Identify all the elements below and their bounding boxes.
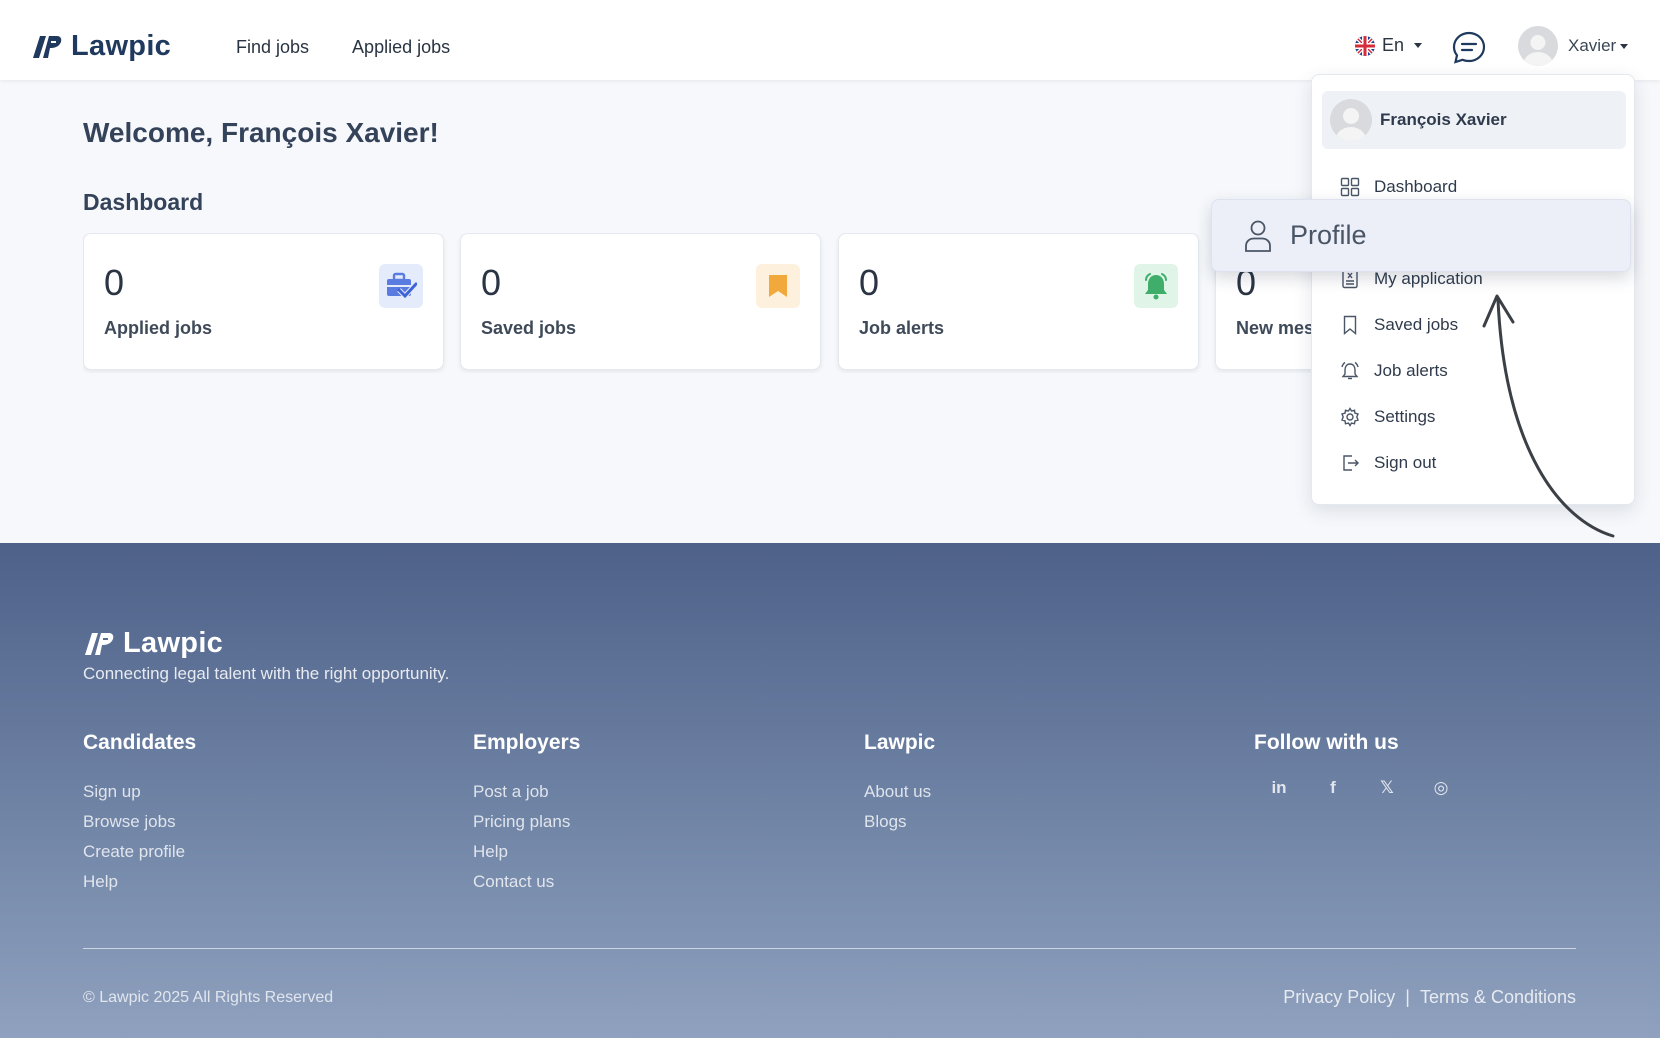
bell-icon	[1341, 361, 1359, 380]
nav-applied-jobs[interactable]: Applied jobs	[352, 37, 450, 58]
applied-jobs-count: 0	[104, 262, 125, 303]
footer-col-title: Employers	[473, 731, 581, 754]
footer-link-help[interactable]: Help	[473, 837, 580, 867]
bell-icon	[1134, 264, 1178, 308]
card-saved-jobs[interactable]: 0 Saved jobs	[460, 233, 821, 370]
menu-item-job-alerts[interactable]: Job alerts	[1340, 361, 1448, 381]
user-icon	[1245, 220, 1271, 252]
briefcase-check-icon	[379, 264, 423, 308]
saved-jobs-count: 0	[481, 262, 502, 303]
saved-jobs-label: Saved jobs	[481, 318, 577, 338]
footer-link-blogs[interactable]: Blogs	[864, 807, 935, 837]
footer-col-title: Lawpic	[864, 731, 936, 754]
footer-col-employers: Employers Post a job Pricing plans Help …	[473, 731, 580, 897]
main-nav: Find jobs Applied jobs	[236, 37, 450, 58]
menu-item-label: Saved jobs	[1374, 315, 1459, 334]
menu-item-settings[interactable]: Settings	[1340, 407, 1435, 427]
profile-label: Profile	[1290, 220, 1367, 250]
new-messages-label: New mes	[1236, 318, 1313, 338]
avatar	[1518, 26, 1558, 66]
footer-tagline: Connecting legal talent with the right o…	[83, 664, 450, 683]
sign-out-icon	[1343, 455, 1359, 471]
dashboard-cards: 0 Applied jobs 0 Saved jobs 0 Job alerts	[83, 233, 1313, 373]
menu-item-saved-jobs[interactable]: Saved jobs	[1340, 315, 1458, 335]
footer-link-pricing-plans[interactable]: Pricing plans	[473, 807, 580, 837]
brand-logo[interactable]: Lawpic	[31, 30, 171, 63]
chat-icon[interactable]	[1452, 31, 1486, 65]
brand-name: Lawpic	[71, 30, 172, 62]
job-alerts-label: Job alerts	[859, 318, 945, 338]
card-applied-jobs[interactable]: 0 Applied jobs	[83, 233, 444, 370]
user-menu-toggle[interactable]: Xavier	[1518, 26, 1629, 66]
document-icon	[1342, 269, 1358, 289]
terms-link[interactable]: Terms & Conditions	[1420, 987, 1576, 1008]
grid-icon	[1340, 177, 1360, 197]
menu-item-sign-out[interactable]: Sign out	[1340, 453, 1436, 473]
footer-link-create-profile[interactable]: Create profile	[83, 837, 196, 867]
gear-icon	[1341, 407, 1359, 427]
menu-item-label: Sign out	[1374, 453, 1437, 472]
chevron-down-icon	[1414, 43, 1423, 48]
copyright-text: © Lawpic 2025 All Rights Reserved	[83, 989, 334, 1006]
card-job-alerts[interactable]: 0 Job alerts	[838, 233, 1199, 370]
linkedin-icon[interactable]: in	[1268, 777, 1290, 799]
top-header: Lawpic Find jobs Applied jobs En Xavier	[0, 0, 1660, 80]
instagram-icon[interactable]: ◎	[1430, 777, 1452, 799]
user-dropdown-menu: François Xavier Dashboard My application…	[1311, 74, 1635, 505]
job-alerts-count: 0	[859, 262, 880, 303]
dropdown-user-name: François Xavier	[1380, 110, 1507, 129]
menu-item-label: Dashboard	[1374, 177, 1458, 196]
facebook-icon[interactable]: f	[1322, 777, 1344, 799]
footer-col-lawpic: Lawpic About us Blogs	[864, 731, 935, 837]
menu-item-label: Job alerts	[1374, 361, 1448, 380]
chevron-down-icon	[1620, 43, 1629, 49]
menu-item-dashboard[interactable]: Dashboard	[1340, 177, 1457, 197]
site-footer: Lawpic Connecting legal talent with the …	[0, 543, 1660, 1038]
lawpic-logo-icon	[33, 35, 62, 58]
footer-divider	[83, 948, 1576, 949]
user-short-name: Xavier	[1568, 36, 1617, 55]
footer-link-help[interactable]: Help	[83, 867, 196, 897]
footer-col-title: Candidates	[83, 731, 197, 754]
footer-brand-logo[interactable]: Lawpic	[83, 627, 223, 660]
footer-link-about-us[interactable]: About us	[864, 777, 935, 807]
language-label: En	[1382, 35, 1405, 55]
applied-jobs-label: Applied jobs	[104, 318, 212, 338]
social-links: in f 𝕏 ◎	[1254, 777, 1452, 799]
lawpic-logo-icon	[85, 632, 114, 655]
footer-link-browse-jobs[interactable]: Browse jobs	[83, 807, 196, 837]
footer-brand-name: Lawpic	[123, 627, 224, 659]
privacy-policy-link[interactable]: Privacy Policy	[1283, 987, 1395, 1008]
language-selector[interactable]: En	[1355, 35, 1423, 56]
footer-col-title: Follow with us	[1254, 731, 1399, 754]
uk-flag-icon	[1355, 35, 1375, 56]
menu-item-label: My application	[1374, 269, 1483, 288]
footer-link-sign-up[interactable]: Sign up	[83, 777, 196, 807]
bookmark-icon	[1343, 315, 1357, 335]
menu-item-my-application[interactable]: My application	[1340, 269, 1483, 289]
welcome-heading: Welcome, François Xavier!	[83, 117, 439, 148]
footer-link-post-job[interactable]: Post a job	[473, 777, 580, 807]
avatar	[1330, 99, 1372, 141]
menu-item-profile[interactable]: Profile	[1211, 199, 1631, 272]
legal-links: Privacy Policy | Terms & Conditions	[1283, 987, 1576, 1008]
menu-item-label: Settings	[1374, 407, 1436, 426]
legal-separator: |	[1405, 987, 1410, 1007]
footer-col-candidates: Candidates Sign up Browse jobs Create pr…	[83, 731, 196, 897]
dashboard-title: Dashboard	[83, 189, 204, 215]
nav-find-jobs[interactable]: Find jobs	[236, 37, 309, 58]
footer-link-contact-us[interactable]: Contact us	[473, 867, 580, 897]
dropdown-user-card[interactable]: François Xavier	[1322, 91, 1626, 149]
footer-col-follow: Follow with us in f 𝕏 ◎	[1254, 731, 1452, 799]
x-twitter-icon[interactable]: 𝕏	[1376, 777, 1398, 799]
bookmark-icon	[756, 264, 800, 308]
